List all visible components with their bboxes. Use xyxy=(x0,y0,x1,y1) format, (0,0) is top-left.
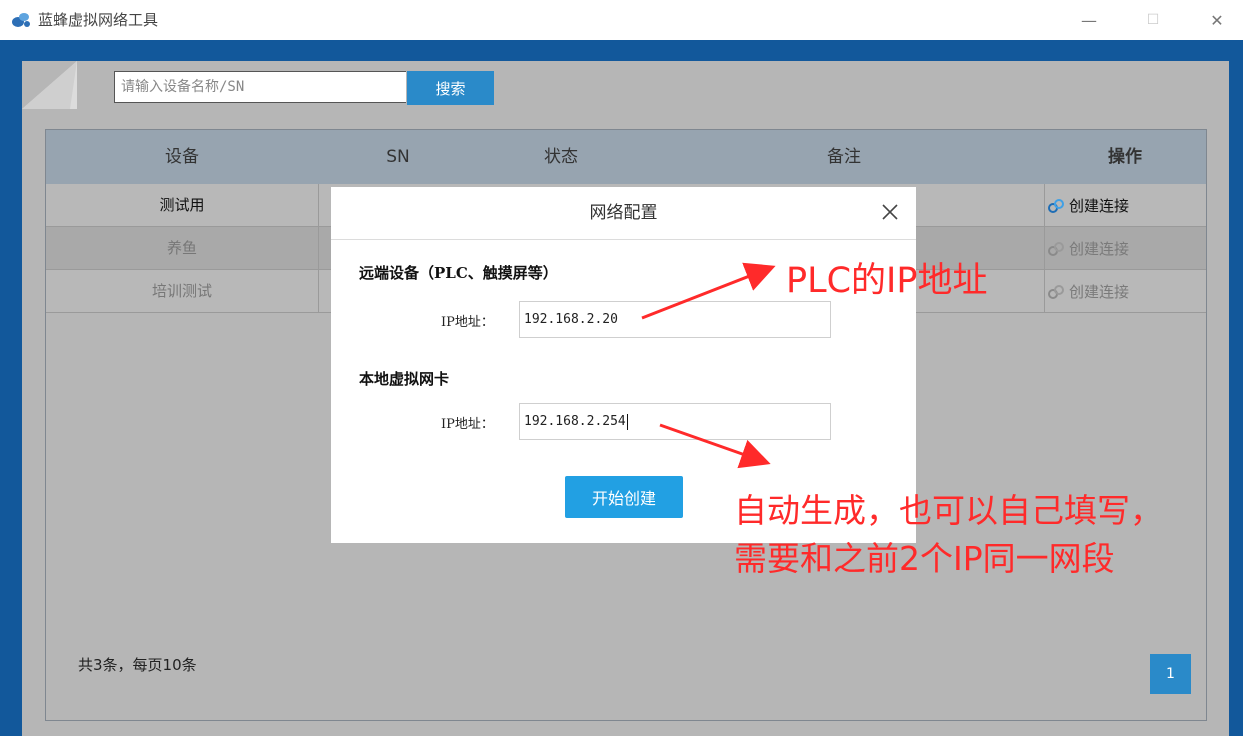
annotation-same-subnet: 需要和之前2个IP同一网段 xyxy=(734,539,1115,578)
arrow-to-local-ip xyxy=(659,423,771,469)
annotation-auto-generate: 自动生成，也可以自己填写， xyxy=(734,491,1163,530)
arrow-to-remote-ip xyxy=(641,262,776,320)
annotation-arrows xyxy=(641,262,776,469)
annotation-plc-ip: PLC的IP地址 xyxy=(786,261,988,301)
